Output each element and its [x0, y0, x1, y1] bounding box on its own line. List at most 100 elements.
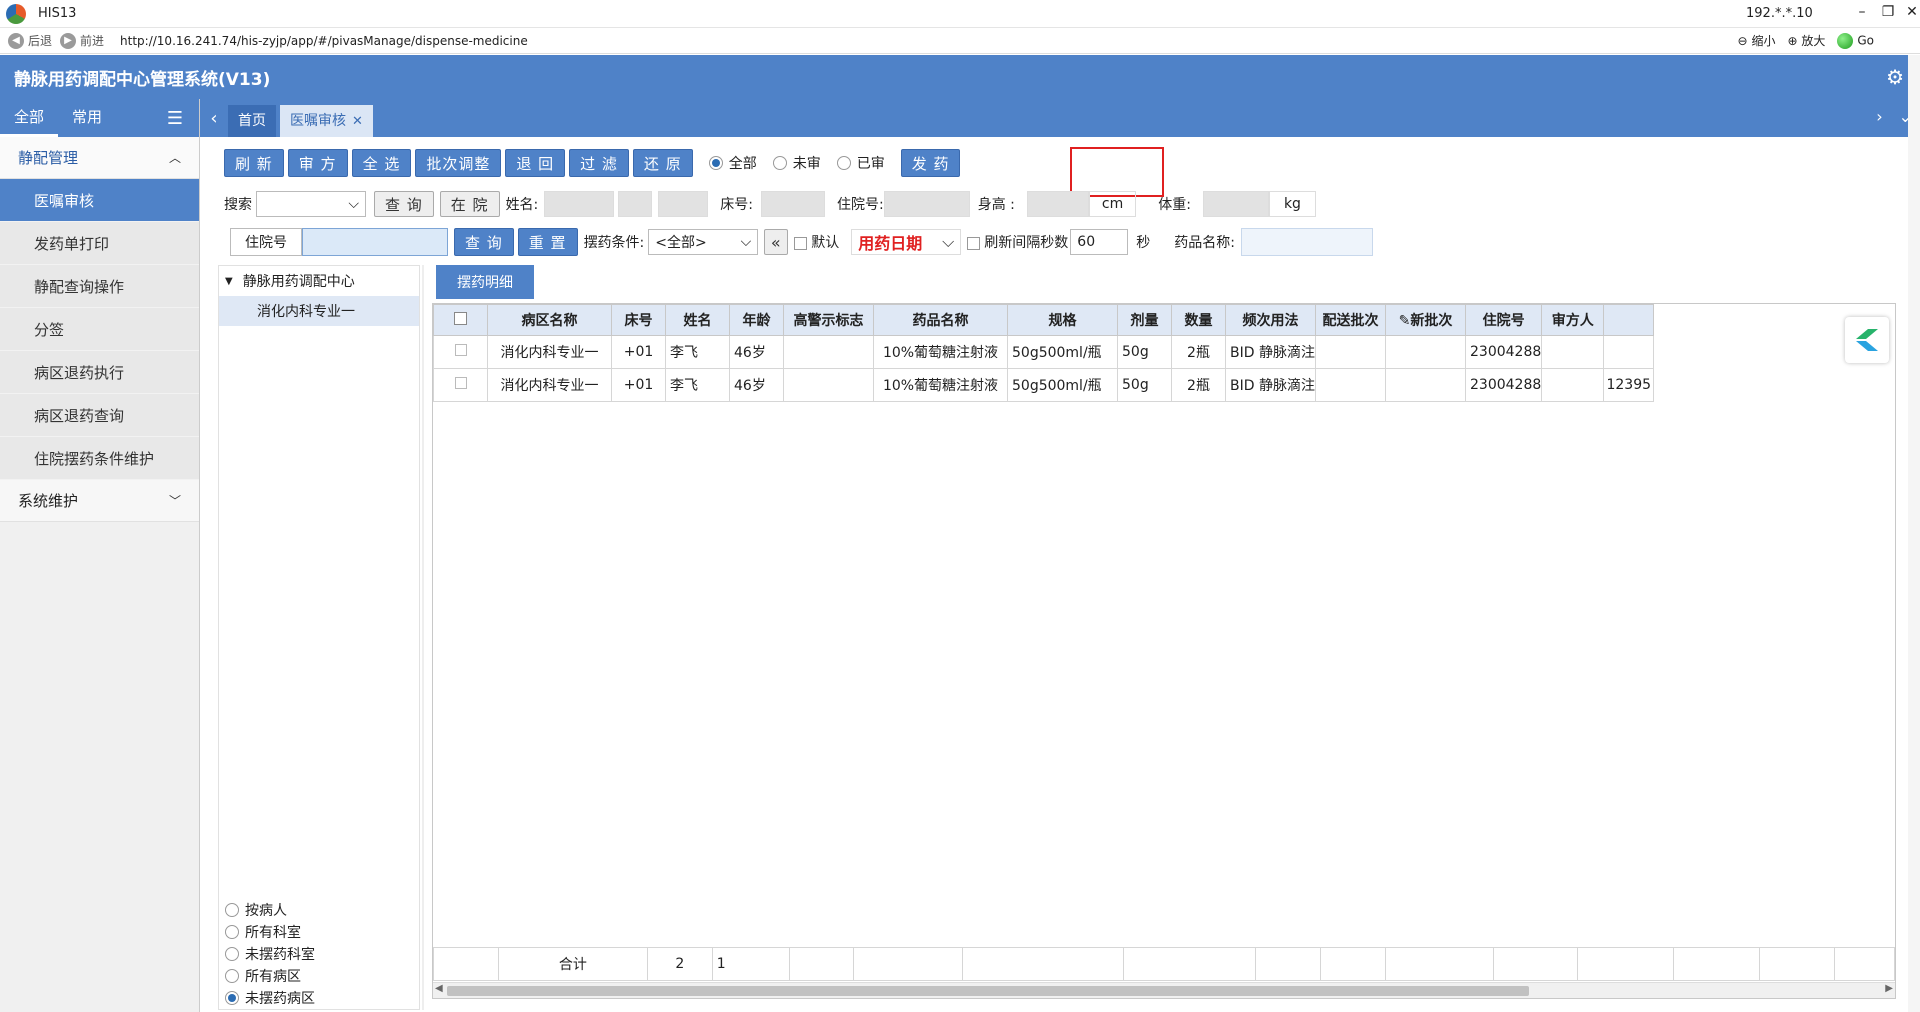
collapse-button[interactable]: « [764, 229, 789, 255]
window-scrollbar[interactable] [1908, 55, 1920, 1012]
sidebar-item-order-review[interactable]: 医嘱审核 [0, 179, 199, 222]
dispense-button[interactable]: 发 药 [900, 149, 961, 177]
sidebar-item-ward-return-query[interactable]: 病区退药查询 [0, 394, 199, 437]
radio-all[interactable]: 全部 [708, 153, 757, 173]
tab-order-review[interactable]: 医嘱审核 ✕ [280, 105, 373, 137]
query-button[interactable]: 查 询 [374, 191, 434, 217]
col-quantity[interactable]: 数量 [1171, 304, 1226, 336]
chevron-up-icon: ︿ [168, 151, 181, 165]
col-dose[interactable]: 剂量 [1117, 304, 1172, 336]
height-field[interactable] [1026, 191, 1089, 217]
row-checkbox[interactable] [433, 335, 488, 369]
scroll-right-icon[interactable]: ▶ [1885, 983, 1893, 994]
menu-icon[interactable]: ☰ [167, 108, 183, 129]
admission-search-input[interactable] [302, 228, 448, 256]
row-checkbox[interactable] [433, 368, 488, 402]
restore-icon[interactable]: ❐ [1876, 4, 1900, 20]
default-checkbox[interactable]: 默认 [794, 232, 839, 252]
sidebar-item-label-split[interactable]: 分签 [0, 308, 199, 351]
tab-all[interactable]: 全部 [0, 99, 59, 137]
zoom-in-button[interactable]: ⊕ 放大 [1787, 32, 1825, 49]
radio-undispensed-depts[interactable]: 未摆药科室 [225, 943, 315, 965]
return-button[interactable]: 退 回 [505, 149, 566, 177]
sidebar-item-condition-maintenance[interactable]: 住院摆药条件维护 [0, 437, 199, 480]
radio-unreviewed[interactable]: 未审 [772, 153, 821, 173]
close-tab-icon[interactable]: ✕ [352, 114, 363, 129]
col-high-alert[interactable]: 高警示标志 [783, 304, 874, 336]
col-delivery-batch[interactable]: 配送批次 [1315, 304, 1386, 336]
radio-by-patient[interactable]: 按病人 [225, 899, 315, 921]
close-icon[interactable]: ✕ [1900, 4, 1920, 20]
col-spec[interactable]: 规格 [1007, 304, 1118, 336]
cell-new-batch[interactable] [1385, 335, 1466, 369]
tab-dispense-detail[interactable]: 摆药明细 [436, 265, 534, 299]
bed-field[interactable] [761, 191, 825, 217]
gear-icon[interactable]: ⚙ [1886, 65, 1904, 89]
back-button[interactable]: ◀ 后退 [8, 32, 52, 49]
weight-field[interactable] [1202, 191, 1269, 217]
restore-button[interactable]: 还 原 [632, 149, 693, 177]
col-admission-no[interactable]: 住院号 [1464, 304, 1543, 336]
header-checkbox[interactable] [433, 304, 488, 336]
scroll-left-icon[interactable]: ◀ [435, 983, 443, 994]
select-all-button[interactable]: 全 选 [351, 149, 412, 177]
sidebar-item-ward-return-exec[interactable]: 病区退药执行 [0, 351, 199, 394]
gender-field[interactable] [618, 191, 653, 217]
refresh-interval-checkbox[interactable]: 刷新间隔秒数 [967, 232, 1068, 252]
col-ward[interactable]: 病区名称 [487, 304, 612, 336]
filter-row: 住院号 查 询 重 置 摆药条件: <全部> ⌵ « 默认 用药日期 ⌵ 刷新间隔秒… [230, 227, 1373, 257]
col-new-batch[interactable]: ✎新批次 [1385, 304, 1466, 336]
refresh-button[interactable]: 刷 新 [224, 149, 284, 177]
col-reviewer[interactable]: 审方人 [1541, 304, 1605, 336]
sidebar-item-dispense-print[interactable]: 发药单打印 [0, 222, 199, 265]
name-field[interactable] [544, 191, 615, 217]
table-row[interactable]: 消化内科专业一 +01 李飞 46岁 10%葡萄糖注射液 50g500ml/瓶 … [433, 335, 1655, 369]
sidebar-group-pivas[interactable]: 静配管理 ︿ [0, 137, 199, 179]
table-row[interactable]: 消化内科专业一 +01 李飞 46岁 10%葡萄糖注射液 50g500ml/瓶 … [433, 368, 1655, 402]
tab-common[interactable]: 常用 [58, 99, 116, 137]
minimize-icon[interactable]: – [1850, 4, 1874, 20]
chevron-down-icon: ⌵ [740, 234, 752, 250]
radio-reviewed[interactable]: 已审 [836, 153, 885, 173]
sidebar-group-system[interactable]: 系统维护 ﹀ [0, 480, 199, 522]
col-drug-name[interactable]: 药品名称 [873, 304, 1008, 336]
cell-new-batch[interactable] [1385, 368, 1466, 402]
filter-button[interactable]: 过 滤 [569, 149, 629, 177]
go-button[interactable]: Go [1837, 32, 1874, 49]
batch-adjust-button[interactable]: 批次调整 [415, 149, 502, 177]
query-button-2[interactable]: 查 询 [454, 228, 514, 256]
col-name[interactable]: 姓名 [665, 304, 730, 336]
scrollbar-thumb[interactable] [447, 986, 1529, 996]
admission-field[interactable] [883, 191, 970, 217]
col-more[interactable] [1603, 304, 1655, 336]
radio-all-depts[interactable]: 所有科室 [225, 921, 315, 943]
cell-reviewer [1541, 368, 1605, 402]
url-field[interactable]: http://10.16.241.74/his-zyjp/app/#/pivas… [120, 34, 528, 48]
assistant-icon[interactable] [1845, 317, 1889, 363]
forward-button[interactable]: ▶ 前进 [60, 32, 104, 49]
condition-select[interactable]: <全部> ⌵ [648, 229, 759, 255]
col-frequency[interactable]: 频次用法 [1225, 304, 1316, 336]
radio-undispensed-wards[interactable]: 未摆药病区 [225, 987, 315, 1009]
tab-scroll-left-icon[interactable]: ‹ [200, 108, 228, 129]
zoom-out-button[interactable]: ⊖ 缩小 [1738, 32, 1776, 49]
reset-button[interactable]: 重 置 [517, 228, 578, 256]
search-select[interactable]: ⌵ [256, 191, 366, 217]
tab-scroll-right-icon[interactable]: › [1876, 107, 1882, 126]
in-hospital-button[interactable]: 在 院 [439, 191, 500, 217]
col-bed[interactable]: 床号 [611, 304, 666, 336]
col-age[interactable]: 年龄 [729, 304, 784, 336]
sidebar-item-pivas-query[interactable]: 静配查询操作 [0, 265, 199, 308]
review-button[interactable]: 审 方 [287, 149, 348, 177]
tab-home[interactable]: 首页 [228, 105, 276, 137]
date-type-select[interactable]: 用药日期 ⌵ [851, 229, 962, 255]
horizontal-scrollbar[interactable]: ◀ ▶ [433, 982, 1895, 998]
splitter[interactable] [422, 265, 424, 1010]
tree-root[interactable]: ▼ 静脉用药调配中心 [219, 266, 419, 296]
drug-name-input[interactable] [1241, 228, 1373, 256]
zoom-out-icon: ⊖ [1737, 34, 1748, 48]
age-field[interactable] [658, 191, 709, 217]
refresh-interval-input[interactable]: 60 [1070, 229, 1129, 255]
tree-leaf[interactable]: 消化内科专业一 [219, 296, 419, 326]
radio-all-wards[interactable]: 所有病区 [225, 965, 315, 987]
